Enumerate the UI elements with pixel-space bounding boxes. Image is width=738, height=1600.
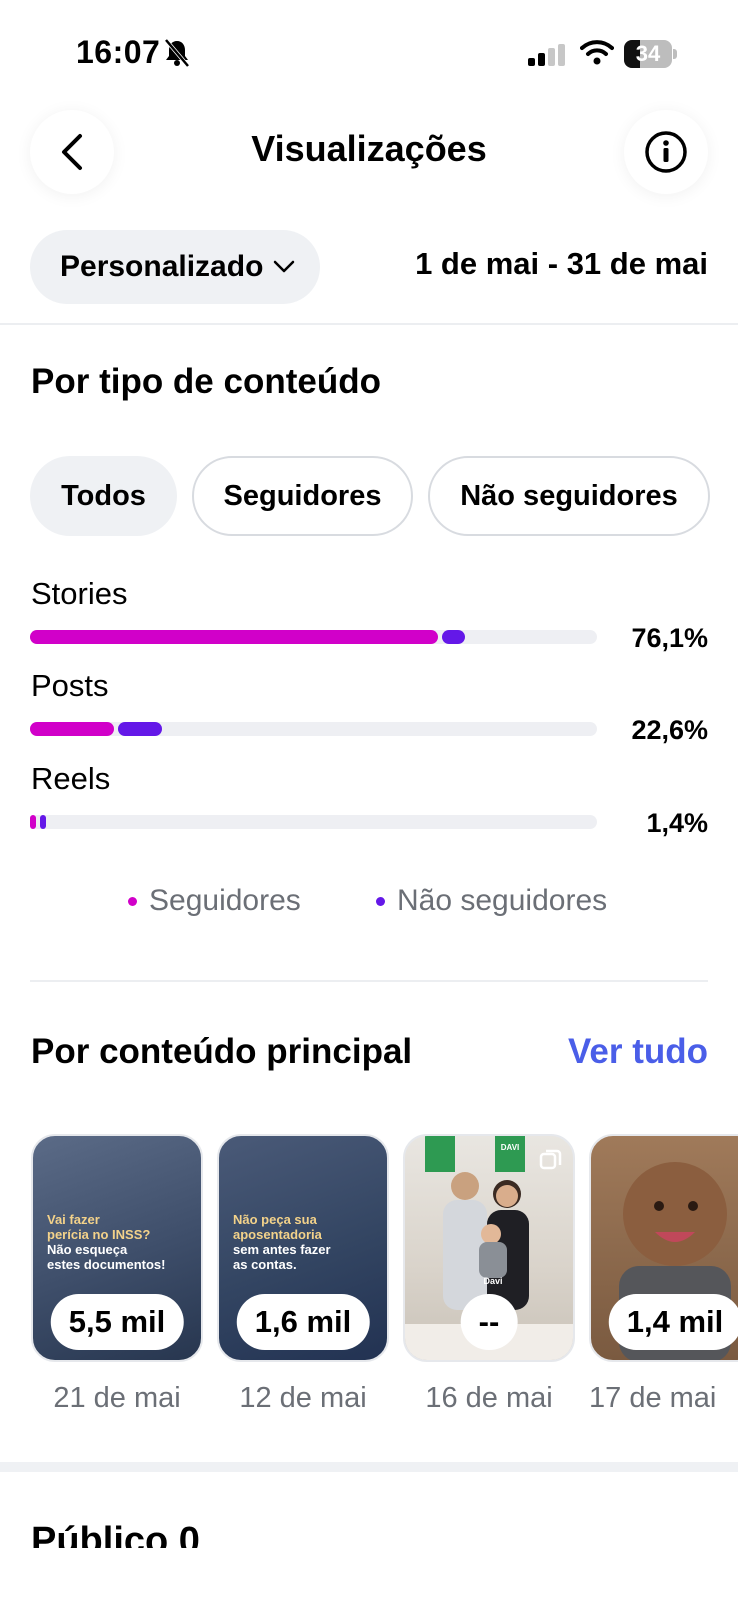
- svg-text:Davi: Davi: [483, 1276, 502, 1286]
- content-thumbnail-1[interactable]: Vai fazer perícia no INSS? Não esqueça e…: [31, 1134, 203, 1362]
- top-content-title: Por conteúdo principal: [31, 1032, 413, 1071]
- legend-dot-followers: [128, 896, 137, 906]
- content-thumbnail-4[interactable]: 1,4 mil: [589, 1134, 738, 1362]
- legend-dot-non-followers: [376, 896, 385, 906]
- legend-followers: Seguidores: [128, 884, 301, 918]
- legend-non-followers: Não seguidores: [376, 884, 607, 918]
- thumbnail-caption: Vai fazer perícia no INSS? Não esqueça e…: [47, 1212, 166, 1272]
- legend-followers-label: Seguidores: [149, 884, 301, 917]
- section-separator: [0, 1462, 738, 1472]
- content-date: 17 de mai: [589, 1382, 717, 1414]
- chip-nao-seguidores[interactable]: Não seguidores: [428, 456, 710, 536]
- wifi-icon: [580, 38, 614, 71]
- reels-followers-segment: [30, 815, 36, 829]
- stories-non-followers-segment: [441, 630, 466, 644]
- reels-percent: 1,4%: [646, 808, 708, 838]
- svg-text:DAVI: DAVI: [501, 1143, 520, 1152]
- reels-non-followers-segment: [40, 815, 46, 829]
- legend-non-followers-label: Não seguidores: [397, 884, 608, 917]
- posts-percent: 22,6%: [631, 715, 708, 745]
- content-date: 12 de mai: [239, 1382, 367, 1414]
- battery-level: 34: [635, 41, 661, 66]
- views-count: 1,6 mil: [236, 1294, 370, 1350]
- stories-percent: 76,1%: [631, 623, 708, 653]
- content-date: 16 de mai: [425, 1382, 553, 1414]
- chip-seguidores[interactable]: Seguidores: [192, 456, 413, 536]
- carousel-icon: [539, 1149, 562, 1170]
- content-thumbnail-3[interactable]: DAVI Davi --: [403, 1134, 575, 1362]
- next-section-title: Público 0: [31, 1520, 200, 1548]
- info-button[interactable]: [624, 110, 708, 194]
- chip-todos[interactable]: Todos: [30, 456, 177, 536]
- period-dropdown[interactable]: Personalizado: [30, 230, 320, 304]
- bar-label-reels: Reels: [31, 761, 111, 796]
- battery-icon: 34: [624, 40, 672, 68]
- stories-bar: [30, 630, 597, 644]
- battery-tip: [673, 49, 677, 59]
- divider: [0, 323, 738, 325]
- posts-non-followers-segment: [118, 722, 163, 736]
- see-all-link[interactable]: Ver tudo: [568, 1032, 708, 1072]
- content-type-title: Por tipo de conteúdo: [31, 362, 381, 401]
- views-count: 5,5 mil: [50, 1294, 184, 1350]
- stories-followers-segment: [30, 630, 438, 644]
- status-time: 16:07: [76, 34, 161, 70]
- content-date: 21 de mai: [53, 1382, 181, 1414]
- chevron-down-icon: [274, 260, 295, 273]
- info-icon: [645, 131, 687, 173]
- posts-bar: [30, 722, 597, 736]
- reels-bar: [30, 815, 597, 829]
- bar-label-posts: Posts: [31, 668, 109, 703]
- bell-muted-icon: [164, 38, 190, 73]
- cellular-signal-icon: [528, 44, 568, 73]
- bar-label-stories: Stories: [31, 576, 128, 611]
- views-count: 1,4 mil: [608, 1294, 738, 1350]
- posts-followers-segment: [30, 722, 115, 736]
- thumbnail-caption: Não peça sua aposentadoria sem antes faz…: [233, 1212, 331, 1272]
- content-thumbnail-2[interactable]: Não peça sua aposentadoria sem antes faz…: [217, 1134, 389, 1362]
- next-section-clip: Público 0: [0, 1510, 738, 1548]
- period-dropdown-label: Personalizado: [60, 250, 264, 283]
- views-count: --: [460, 1294, 518, 1350]
- date-range: 1 de mai - 31 de mai: [415, 246, 708, 281]
- divider: [30, 980, 708, 982]
